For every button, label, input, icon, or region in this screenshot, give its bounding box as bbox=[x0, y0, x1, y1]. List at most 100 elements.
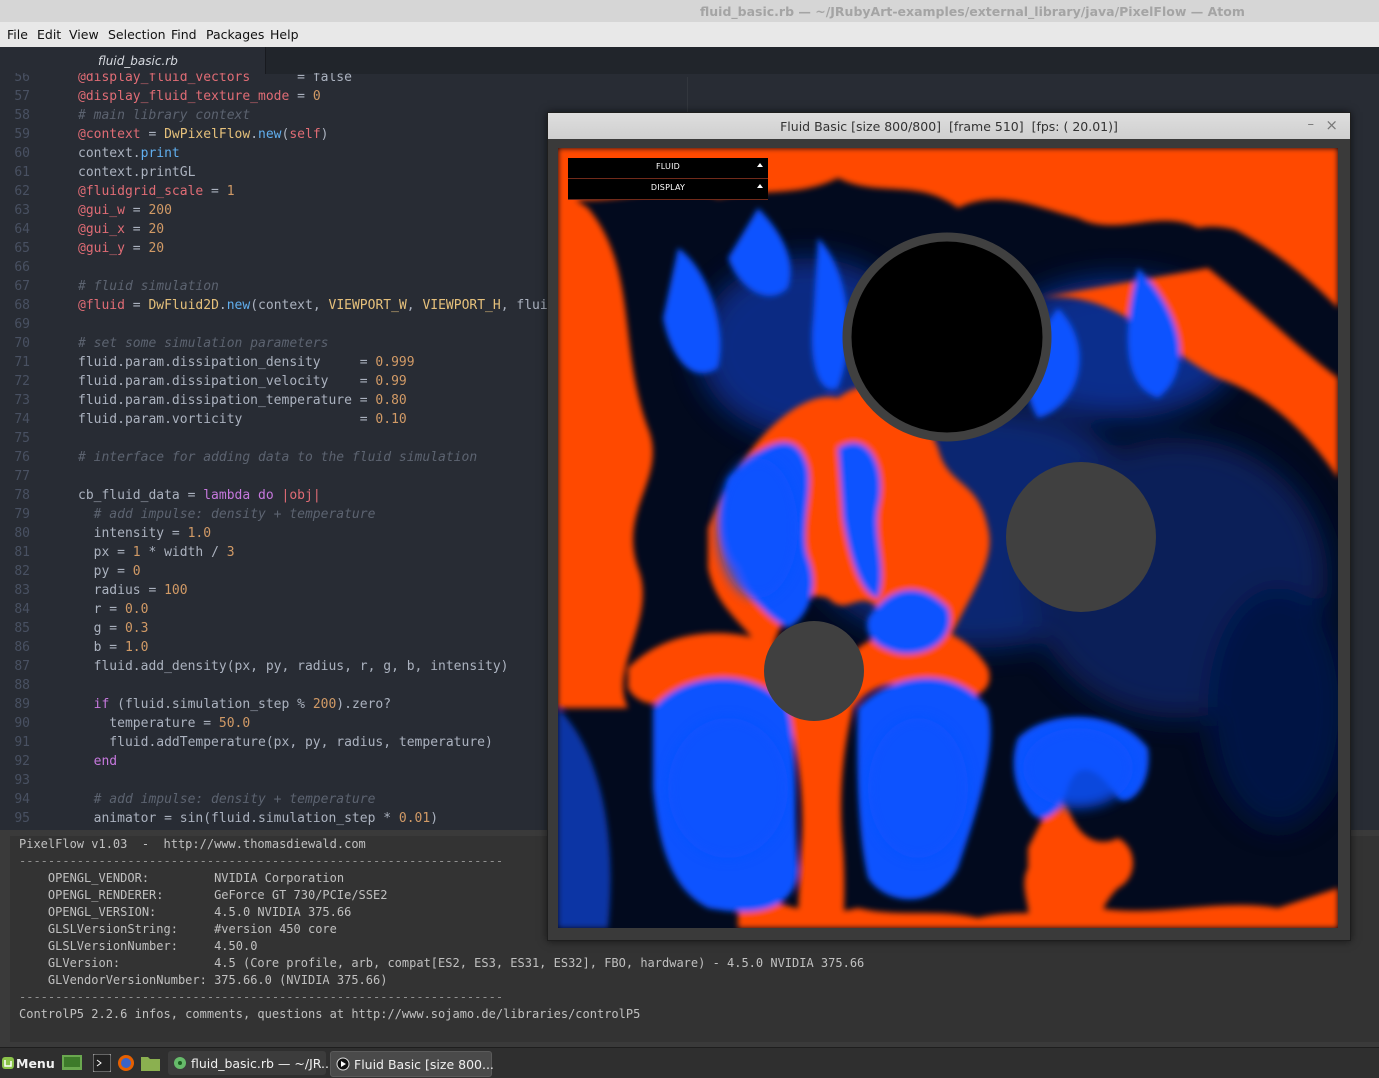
line-number: 57 bbox=[14, 89, 30, 104]
menu-view[interactable]: View bbox=[69, 27, 99, 42]
console-line: GLVendorVersionNumber: 375.66.0 (NVIDIA … bbox=[19, 973, 388, 987]
code-text: temperature = 50.0 bbox=[78, 716, 251, 731]
controlp5-group-display[interactable]: DISPLAY bbox=[568, 179, 768, 200]
obstacle-large bbox=[842, 232, 1052, 442]
line-number: 56 bbox=[14, 73, 30, 85]
code-text: # interface for adding data to the fluid… bbox=[78, 450, 478, 465]
console-line: OPENGL_VERSION: 4.5.0 NVIDIA 375.66 bbox=[19, 905, 352, 919]
menu-file[interactable]: File bbox=[7, 27, 28, 42]
start-menu-label: Menu bbox=[16, 1056, 55, 1071]
code-text: fluid.addTemperature(px, py, radius, tem… bbox=[78, 735, 493, 750]
tab-divider bbox=[265, 47, 266, 74]
menu-help[interactable]: Help bbox=[270, 27, 299, 42]
window-title: fluid_basic.rb — ~/JRubyArt-examples/ext… bbox=[700, 4, 1245, 19]
fluid-render bbox=[558, 148, 1338, 928]
code-line[interactable]: 57 @display_fluid_texture_mode = 0 bbox=[0, 87, 1379, 106]
console-line: ----------------------------------------… bbox=[19, 854, 504, 868]
line-number: 68 bbox=[14, 298, 30, 313]
line-number: 59 bbox=[14, 127, 30, 142]
display-group-label: DISPLAY bbox=[650, 183, 686, 192]
code-text: intensity = 1.0 bbox=[78, 526, 212, 541]
sketch-window[interactable]: Fluid Basic [size 800/800] [frame 510] [… bbox=[547, 112, 1351, 941]
line-number: 70 bbox=[14, 336, 30, 351]
code-line[interactable]: 56 @display_fluid_vectors = false bbox=[0, 73, 1379, 87]
line-number: 90 bbox=[14, 716, 30, 731]
line-number: 94 bbox=[14, 792, 30, 807]
console-line: ControlP5 2.2.6 infos, comments, questio… bbox=[19, 1007, 641, 1021]
menu-find[interactable]: Find bbox=[171, 27, 197, 42]
code-text: fluid.param.dissipation_temperature = 0.… bbox=[78, 393, 407, 408]
code-text: b = 1.0 bbox=[78, 640, 149, 655]
firefox-icon[interactable] bbox=[117, 1054, 135, 1072]
line-number: 79 bbox=[14, 507, 30, 522]
line-number: 65 bbox=[14, 241, 30, 256]
taskbar-window-sketch[interactable]: Fluid Basic [size 800... bbox=[330, 1051, 494, 1077]
line-number: 58 bbox=[14, 108, 30, 123]
sketch-titlebar[interactable]: Fluid Basic [size 800/800] [frame 510] [… bbox=[548, 113, 1350, 139]
tab-fluid-basic[interactable]: fluid_basic.rb bbox=[0, 47, 265, 75]
code-text: @gui_w = 200 bbox=[78, 203, 172, 218]
folder-icon[interactable] bbox=[141, 1055, 160, 1071]
line-number: 88 bbox=[14, 678, 30, 693]
show-desktop-icon[interactable] bbox=[62, 1055, 82, 1072]
line-number: 75 bbox=[14, 431, 30, 446]
code-text: @gui_x = 20 bbox=[78, 222, 165, 237]
console-line: GLSLVersionNumber: 4.50.0 bbox=[19, 939, 258, 953]
taskbar: Menu fluid_basic.rb — ~/JR... Fluid Basi… bbox=[0, 1047, 1379, 1078]
code-text: # fluid simulation bbox=[78, 279, 219, 294]
code-text: py = 0 bbox=[78, 564, 141, 579]
line-number: 86 bbox=[14, 640, 30, 655]
line-number: 71 bbox=[14, 355, 30, 370]
collapse-arrow-icon[interactable] bbox=[757, 184, 763, 188]
console-line: GLVersion: 4.5 (Core profile, arb, compa… bbox=[19, 956, 865, 970]
sketch-title: Fluid Basic [size 800/800] [frame 510] [… bbox=[780, 119, 1118, 134]
line-number: 81 bbox=[14, 545, 30, 560]
line-number: 63 bbox=[14, 203, 30, 218]
code-text: r = 0.0 bbox=[78, 602, 149, 617]
minimize-button[interactable]: – bbox=[1308, 117, 1315, 132]
start-menu-button[interactable]: Menu bbox=[0, 1051, 56, 1075]
line-number: 76 bbox=[14, 450, 30, 465]
menu-selection[interactable]: Selection bbox=[108, 27, 166, 42]
code-text: radius = 100 bbox=[78, 583, 188, 598]
controlp5-group-fluid[interactable]: FLUID bbox=[568, 158, 768, 179]
code-text: if (fluid.simulation_step % 200).zero? bbox=[93, 697, 392, 712]
taskbar-window-atom[interactable]: fluid_basic.rb — ~/JR... bbox=[168, 1051, 333, 1075]
menu-bar: File Edit View Selection Find Packages H… bbox=[0, 22, 1379, 48]
code-text: # set some simulation parameters bbox=[78, 336, 329, 351]
menu-edit[interactable]: Edit bbox=[37, 27, 61, 42]
code-text: @display_fluid_texture_mode = 0 bbox=[78, 89, 321, 104]
code-text: # main library context bbox=[78, 108, 251, 123]
line-number: 82 bbox=[14, 564, 30, 579]
console-line: PixelFlow v1.03 - http://www.thomasdiewa… bbox=[19, 837, 366, 851]
tab-label: fluid_basic.rb bbox=[98, 54, 178, 68]
fluid-group-label: FLUID bbox=[655, 162, 681, 171]
collapse-arrow-icon[interactable] bbox=[757, 163, 763, 167]
line-number: 80 bbox=[14, 526, 30, 541]
menu-packages[interactable]: Packages bbox=[206, 27, 264, 42]
code-text: fluid.add_density(px, py, radius, r, g, … bbox=[78, 659, 509, 674]
console-line: OPENGL_VENDOR: NVIDIA Corporation bbox=[19, 871, 345, 885]
code-text: fluid.param.dissipation_density = 0.999 bbox=[78, 355, 415, 370]
code-text: end bbox=[93, 754, 118, 769]
line-number: 84 bbox=[14, 602, 30, 617]
atom-icon bbox=[174, 1057, 186, 1069]
line-number: 95 bbox=[14, 811, 30, 826]
close-button[interactable]: × bbox=[1325, 116, 1338, 134]
line-number: 87 bbox=[14, 659, 30, 674]
line-number: 83 bbox=[14, 583, 30, 598]
taskbar-window-sketch-label: Fluid Basic [size 800... bbox=[354, 1057, 494, 1072]
code-text: px = 1 * width / 3 bbox=[78, 545, 235, 560]
line-number: 67 bbox=[14, 279, 30, 294]
line-number: 92 bbox=[14, 754, 30, 769]
line-number: 89 bbox=[14, 697, 30, 712]
line-number: 91 bbox=[14, 735, 30, 750]
line-number: 73 bbox=[14, 393, 30, 408]
code-text: @fluidgrid_scale = 1 bbox=[78, 184, 235, 199]
terminal-icon[interactable] bbox=[93, 1054, 111, 1072]
code-text: context.printGL bbox=[78, 165, 196, 180]
taskbar-window-atom-label: fluid_basic.rb — ~/JR... bbox=[191, 1056, 333, 1071]
console-line: GLSLVersionString: #version 450 core bbox=[19, 922, 337, 936]
fluid-canvas[interactable]: FLUID DISPLAY bbox=[558, 148, 1338, 928]
code-text: # add impulse: density + temperature bbox=[93, 507, 376, 522]
